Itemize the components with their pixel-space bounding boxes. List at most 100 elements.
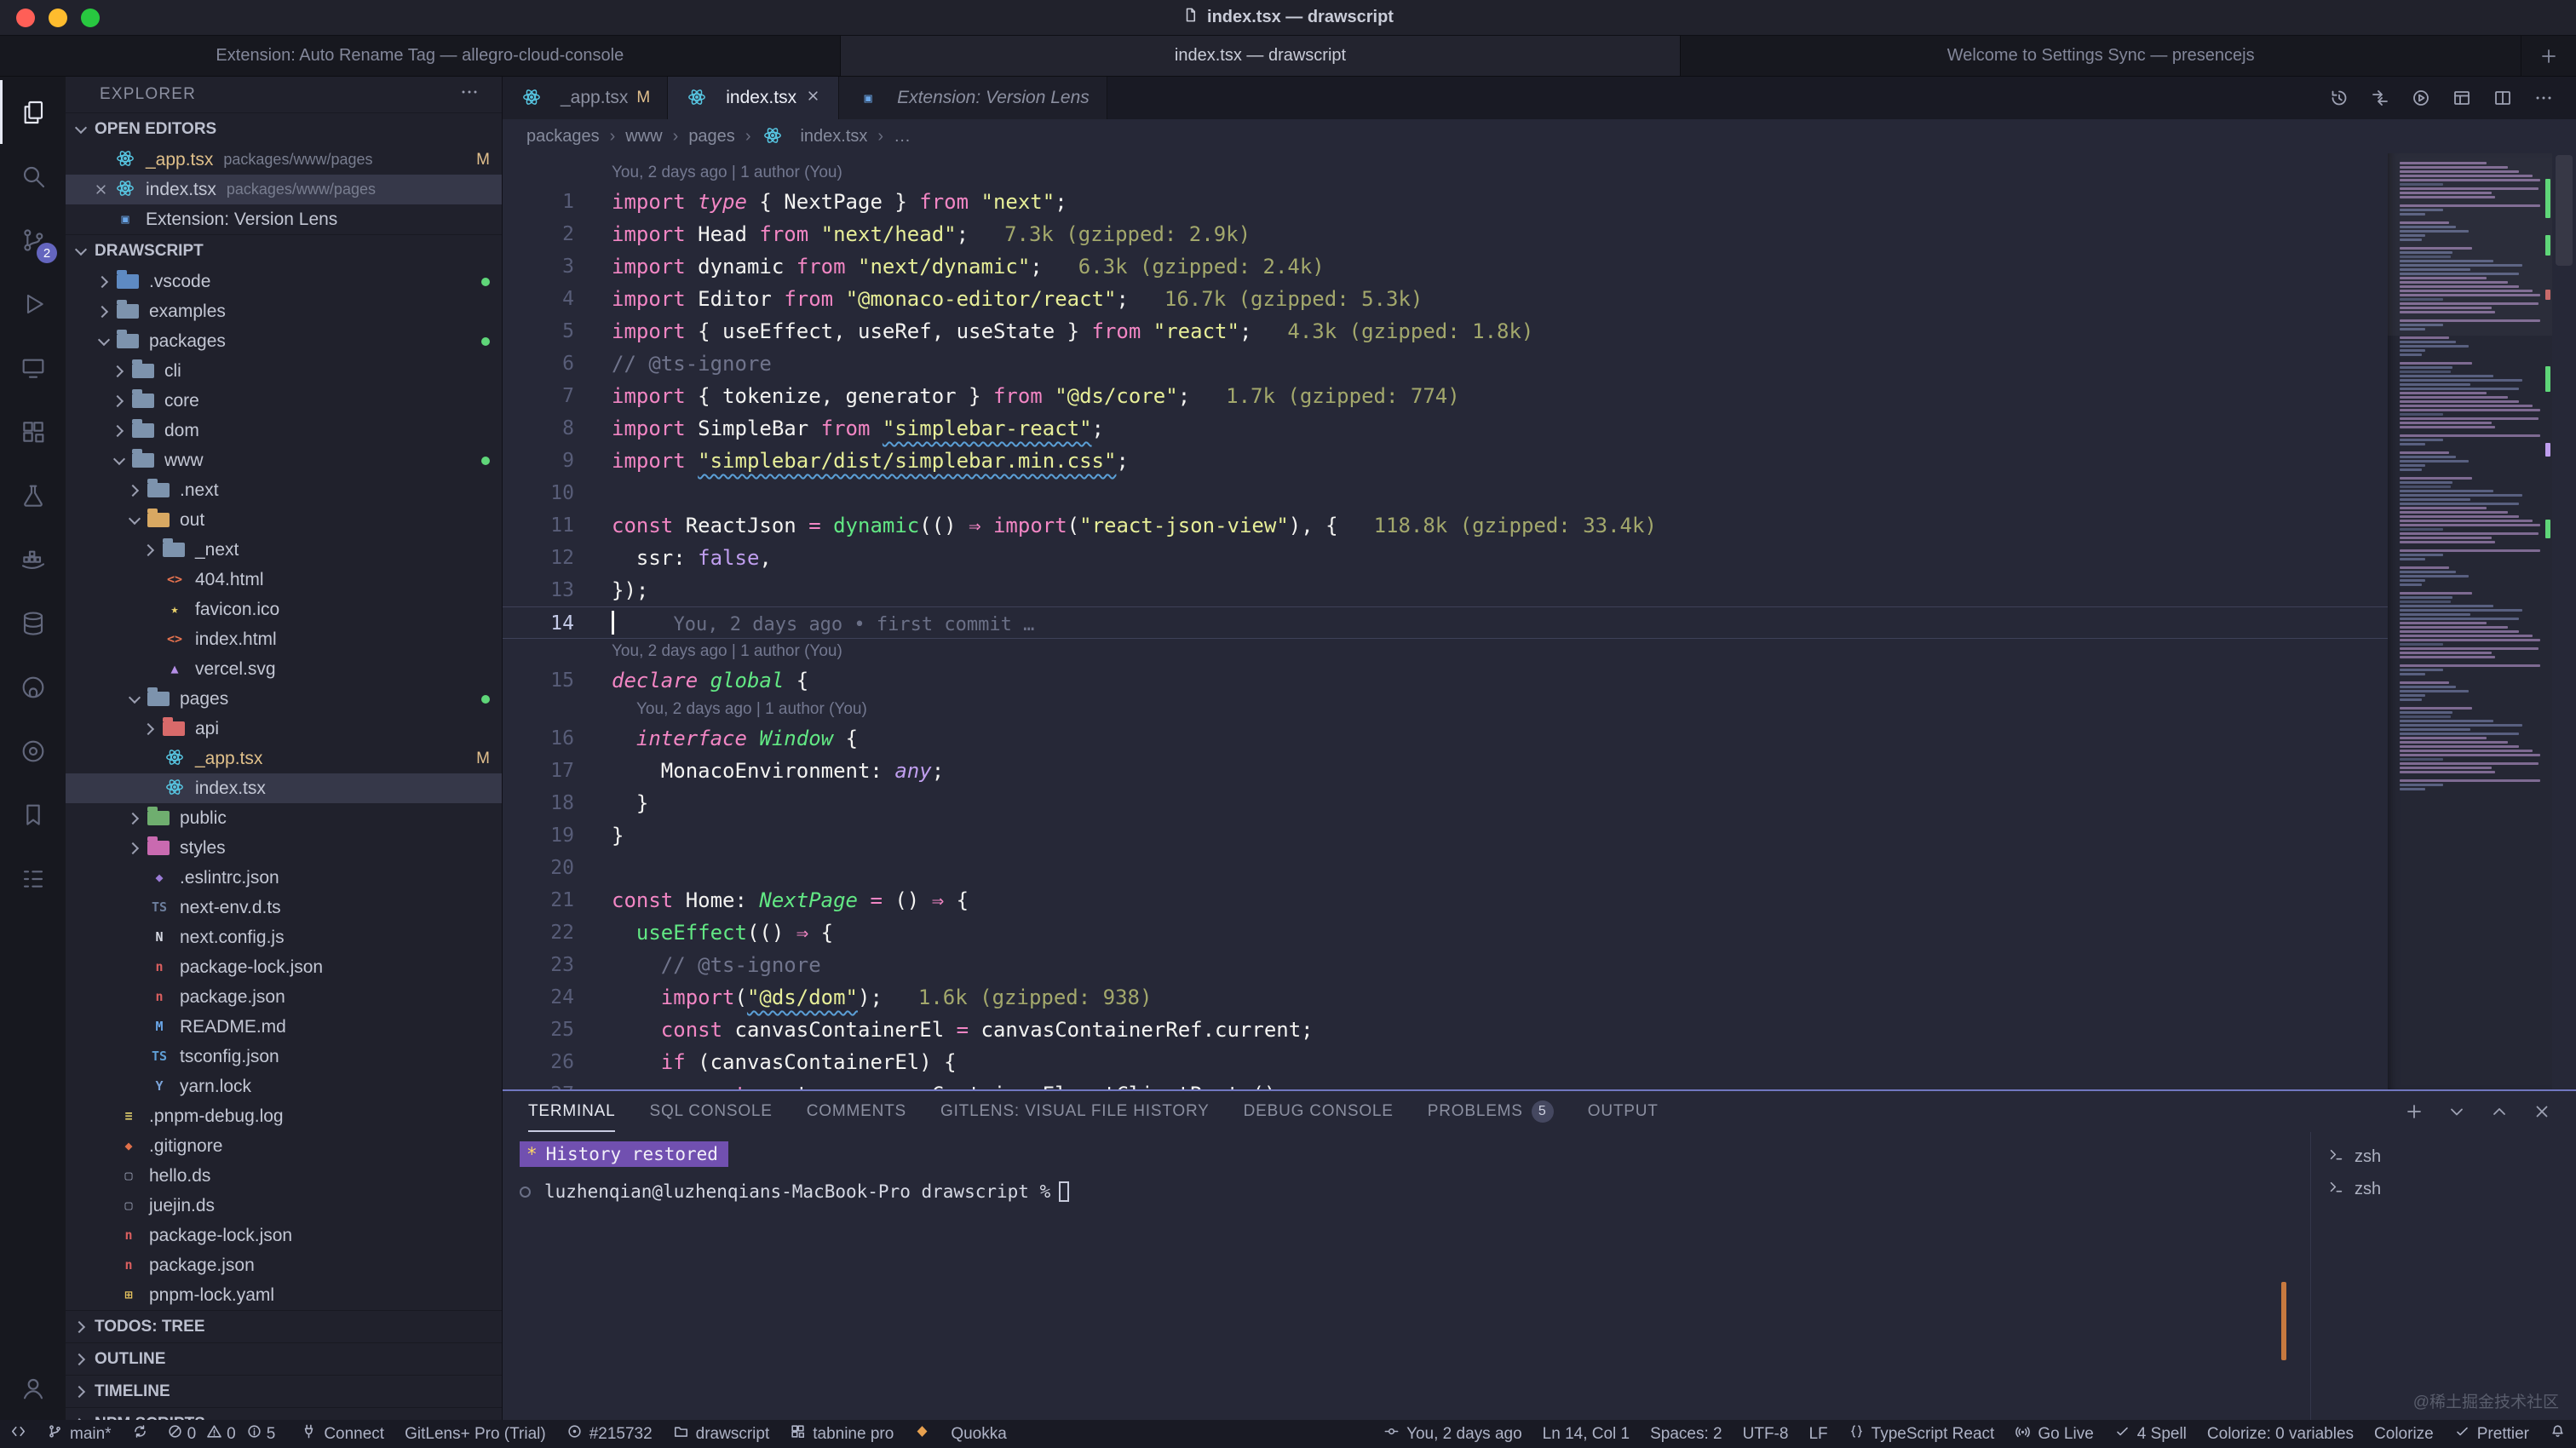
code-line[interactable]: 5import { useEffect, useRef, useState } … [503,315,2388,348]
tree-item[interactable]: styles [66,833,502,863]
code-line[interactable]: 6// @ts-ignore [503,348,2388,380]
tree-item[interactable]: npackage-lock.json [66,952,502,982]
panel-tab[interactable]: OUTPUT [1588,1091,1659,1132]
search-icon[interactable] [0,144,66,208]
tree-item[interactable]: <>index.html [66,624,502,654]
codelens-text[interactable]: You, 2 days ago | 1 author (You) [612,639,842,664]
panel-tab[interactable]: PROBLEMS5 [1428,1091,1554,1132]
code-line[interactable]: 4import Editor from "@monaco-editor/reac… [503,283,2388,315]
tree-item[interactable]: npackage.json [66,1250,502,1280]
close-icon[interactable] [805,88,821,109]
code-line[interactable]: 18 } [503,787,2388,819]
code-line[interactable]: 7import { tokenize, generator } from "@d… [503,380,2388,412]
tree-item[interactable]: ▲vercel.svg [66,654,502,684]
docker-icon[interactable] [0,527,66,591]
window-tab[interactable]: Extension: Auto Rename Tag — allegro-clo… [0,36,841,76]
open-editor-item[interactable]: index.tsxpackages/www/pages [66,175,502,204]
code-line[interactable]: 25 const canvasContainerEl = canvasConta… [503,1014,2388,1046]
close-icon[interactable] [2523,1094,2561,1129]
status-item-utf-8[interactable]: UTF-8 [1733,1420,1799,1448]
code-line[interactable]: 16 interface Window { [503,722,2388,755]
window-tab[interactable]: Welcome to Settings Sync — presencejs [1681,36,2521,76]
status-item-quokka[interactable]: Quokka [940,1420,1016,1448]
panel-tab[interactable]: SQL CONSOLE [649,1091,772,1132]
code-line[interactable]: 27 const rects = canvasContainerEl.getCl… [503,1078,2388,1089]
minimap[interactable] [2388,153,2552,1089]
status-item-215732[interactable]: #215732 [556,1420,663,1448]
breadcrumb-item[interactable]: www [625,127,662,147]
tree-item[interactable]: dom [66,416,502,445]
code-line[interactable]: 11const ReactJson = dynamic(() ⇒ import(… [503,509,2388,542]
tree-item[interactable]: ≡.pnpm-debug.log [66,1101,502,1131]
code-line[interactable]: 2import Head from "next/head";7.3k (gzip… [503,218,2388,250]
open-editors-header[interactable]: OPEN EDITORS [66,112,502,145]
panel-tab[interactable]: GITLENS: VISUAL FILE HISTORY [940,1091,1210,1132]
status-item-go-live[interactable]: Go Live [2004,1420,2103,1448]
testing-icon[interactable] [0,463,66,527]
code-line[interactable]: 3import dynamic from "next/dynamic";6.3k… [503,250,2388,283]
tree-item[interactable]: Yyarn.lock [66,1072,502,1101]
tree-item[interactable]: ▢hello.ds [66,1161,502,1191]
more-actions-icon[interactable] [459,82,480,107]
breadcrumb-item[interactable]: pages [688,127,735,147]
status-item-colorize-0-variables[interactable]: Colorize: 0 variables [2197,1420,2364,1448]
scm-icon[interactable]: 2 [0,208,66,272]
breadcrumb[interactable]: packages›www›pages›index.tsx›… [503,119,2576,153]
code-line[interactable]: 21const Home: NextPage = () ⇒ { [503,884,2388,916]
terminal-output[interactable]: *History restored luzhenqian@luzhenqians… [503,1132,2310,1420]
code-line[interactable]: 8import SimpleBar from "simplebar-react"… [503,412,2388,445]
status-item-diamond[interactable] [904,1420,940,1448]
editor-tab[interactable]: _app.tsxM [503,77,668,119]
window-tab[interactable]: index.tsx — drawscript [841,36,1682,76]
bookmark-icon[interactable] [0,783,66,847]
tree-item[interactable]: examples [66,296,502,326]
remote-icon[interactable] [0,336,66,399]
sidebar-section-todos-tree[interactable]: TODOS: TREE [66,1310,502,1342]
editor-tab[interactable]: index.tsx [668,77,839,119]
new-window-tab-button[interactable] [2521,36,2576,76]
status-item-colorize[interactable]: Colorize [2364,1420,2444,1448]
status-item-typescript-react[interactable]: TypeScript React [1838,1420,2005,1448]
status-item-main[interactable]: main* [37,1420,122,1448]
scrollbar-thumb[interactable] [2556,155,2573,266]
run-icon[interactable] [2402,80,2440,116]
tree-item[interactable]: public [66,803,502,833]
status-item-bell[interactable] [2539,1420,2576,1448]
code-line[interactable]: 14You, 2 days ago • first commit … [503,606,2388,639]
code-line[interactable]: 13}); [503,574,2388,606]
terminal-instance[interactable]: zsh [2311,1173,2576,1205]
codelens-row[interactable]: You, 2 days ago | 1 author (You) [503,160,2388,186]
zoom-window-button[interactable] [81,9,100,27]
status-item-ln-14-col-1[interactable]: Ln 14, Col 1 [1532,1420,1640,1448]
tree-item[interactable]: ⊞pnpm-lock.yaml [66,1280,502,1310]
tree-item[interactable]: npackage-lock.json [66,1221,502,1250]
tree-item[interactable]: out [66,505,502,535]
database-icon[interactable] [0,591,66,655]
tree-item[interactable]: ▢juejin.ds [66,1191,502,1221]
codelens-text[interactable]: You, 2 days ago | 1 author (You) [612,160,842,186]
code-line[interactable]: 19} [503,819,2388,852]
tree-item[interactable]: www [66,445,502,475]
code-line[interactable]: 20 [503,852,2388,884]
tree-item[interactable]: .next [66,475,502,505]
panel-tab[interactable]: DEBUG CONSOLE [1244,1091,1394,1132]
account-icon[interactable] [0,1356,66,1420]
status-item-tabnine-pro[interactable]: tabnine pro [779,1420,904,1448]
chevdown-icon[interactable] [2438,1094,2475,1129]
code-line[interactable]: 23 // @ts-ignore [503,949,2388,981]
debug-icon[interactable] [0,272,66,336]
tree-item[interactable]: MREADME.md [66,1012,502,1042]
github-icon[interactable] [0,655,66,719]
tree-item[interactable]: .vscode [66,267,502,296]
close-window-button[interactable] [16,9,35,27]
tree-item[interactable]: TSnext-env.d.ts [66,893,502,922]
split-icon[interactable] [2484,80,2521,116]
tree-item[interactable]: Nnext.config.js [66,922,502,952]
tree-item[interactable]: <>404.html [66,565,502,595]
tree-item[interactable]: ◆.eslintrc.json [66,863,502,893]
tree-item[interactable]: _next [66,535,502,565]
project-section-header[interactable]: DRAWSCRIPT [66,234,502,267]
breadcrumb-item[interactable]: packages [526,127,600,147]
code-line[interactable]: 12 ssr: false, [503,542,2388,574]
code-line[interactable]: 10 [503,477,2388,509]
